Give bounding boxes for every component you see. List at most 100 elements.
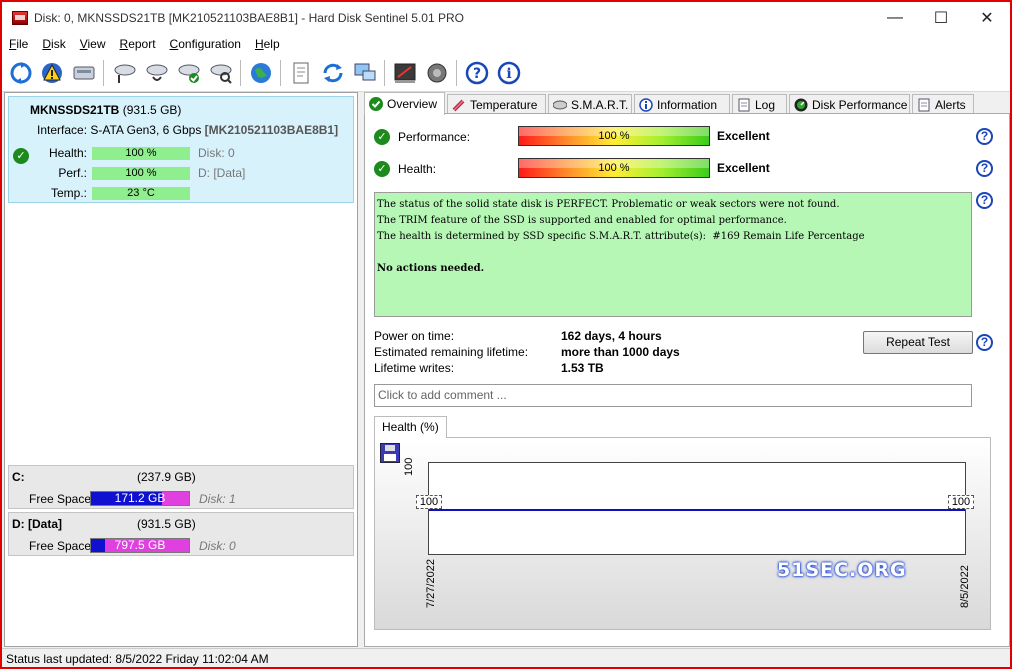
series-line (429, 509, 965, 511)
disk-list-pane: MKNSSDS21TB (931.5 GB) Interface: S-ATA … (4, 92, 358, 647)
disk-size: (931.5 GB) (122, 103, 182, 117)
tab-alerts[interactable]: Alerts (912, 94, 974, 114)
performance-label: Performance: (398, 130, 471, 144)
disk-ok-icon[interactable] (176, 60, 202, 86)
tab-temperature[interactable]: Temperature (447, 94, 546, 114)
performance-row: ✓ Performance: 100 % Excellent ? (365, 126, 1010, 148)
data-label-start: 100 (416, 495, 442, 509)
free-space-label: Free Space (29, 539, 92, 553)
status-description: The status of the solid state disk is PE… (374, 192, 972, 317)
health-ok-icon: ✓ (374, 161, 390, 177)
disk-info-icon[interactable] (71, 60, 97, 86)
tab-information[interactable]: Information (634, 94, 730, 114)
menu-disk[interactable]: Disk (35, 34, 72, 54)
options-icon[interactable] (392, 60, 418, 86)
data-label-end: 100 (948, 495, 974, 509)
volume-name: D: [Data] (12, 517, 62, 531)
disk-test-icon[interactable] (112, 60, 138, 86)
perf-label: Perf.: (58, 166, 87, 180)
svg-text:i: i (506, 66, 511, 82)
free-space-value: 171.2 GB (114, 491, 166, 505)
temp-mini-bar: 23 °C (92, 187, 190, 200)
toolbar-separator (384, 60, 385, 86)
health-row: ✓ Health: 100 % Excellent ? (365, 158, 1010, 180)
minimize-button[interactable]: — (872, 2, 918, 34)
volume-disk: Disk: 0 (199, 539, 236, 553)
tab-bar: Overview Temperature S.M.A.R.T. Informat… (364, 92, 1010, 115)
volume-disk: Disk: 1 (199, 492, 236, 506)
alerts-document-icon (917, 98, 931, 112)
app-window: Disk: 0, MKNSSDS21TB [MK210521103BAE8B1]… (2, 2, 1010, 667)
performance-help-icon[interactable]: ? (976, 128, 993, 145)
remaining-lifetime-label: Estimated remaining lifetime: (374, 345, 529, 359)
close-button[interactable]: ✕ (964, 2, 1010, 34)
toolbar-separator (240, 60, 241, 86)
watermark-text: 51SEC.ORG (777, 559, 907, 581)
x-tick-label-start: 7/27/2022 (425, 559, 437, 608)
gauge-icon (794, 98, 808, 112)
disk-card[interactable]: MKNSSDS21TB (931.5 GB) Interface: S-ATA … (8, 96, 354, 203)
menu-report[interactable]: Report (113, 34, 163, 54)
save-icon[interactable] (380, 443, 400, 463)
perf-mini-bar: 100 % (92, 167, 190, 180)
volume-card-c[interactable]: C: (237.9 GB) Free Space 171.2 GB Disk: … (8, 465, 354, 509)
power-on-label: Power on time: (374, 329, 455, 343)
status-bar: Status last updated: 8/5/2022 Friday 11:… (2, 648, 1010, 667)
disk-volume-tag: D: [Data] (198, 166, 246, 180)
performance-bar: 100 % (518, 126, 710, 146)
overview-panel: ✓ Performance: 100 % Excellent ? ✓ Healt… (364, 113, 1010, 647)
network-icon[interactable] (352, 60, 378, 86)
menu-help[interactable]: Help (248, 34, 287, 54)
check-circle-icon (369, 97, 383, 111)
globe-icon[interactable] (248, 60, 274, 86)
repeat-test-help-icon[interactable]: ? (976, 334, 993, 351)
svg-text:?: ? (473, 66, 481, 82)
about-icon[interactable]: i (496, 60, 522, 86)
sound-icon[interactable] (424, 60, 450, 86)
volume-size: (237.9 GB) (137, 470, 196, 484)
sync-icon[interactable] (320, 60, 346, 86)
disk-serial: [MK210521103BAE8B1] (204, 123, 339, 137)
health-label: Health: (398, 162, 437, 176)
free-space-bar: 171.2 GB (90, 491, 190, 506)
volume-card-d[interactable]: D: [Data] (931.5 GB) Free Space 797.5 GB… (8, 512, 354, 556)
volume-name: C: (12, 470, 25, 484)
disk-index: Disk: 0 (198, 146, 235, 160)
report-icon[interactable] (288, 60, 314, 86)
tab-health-graph[interactable]: Health (%) (374, 416, 447, 438)
health-help-icon[interactable]: ? (976, 160, 993, 177)
remaining-lifetime-value: more than 1000 days (561, 345, 680, 359)
tab-disk-performance[interactable]: Disk Performance (789, 94, 910, 114)
menu-file[interactable]: File (2, 34, 35, 54)
power-on-value: 162 days, 4 hours (561, 329, 662, 343)
free-space-label: Free Space (29, 492, 92, 506)
disk-interface: Interface: S-ATA Gen3, 6 Gbps [MK2105211… (37, 123, 339, 137)
disk-title: MKNSSDS21TB (931.5 GB) (30, 103, 181, 117)
health-graph: 100 100 100 7/27/2022 8/5/2022 51SEC.ORG (374, 437, 991, 630)
alert-disk-icon[interactable] (39, 60, 65, 86)
disk-search-icon[interactable] (208, 60, 234, 86)
help-icon[interactable]: ? (464, 60, 490, 86)
hard-disk-sentinel-app-icon (12, 11, 28, 25)
refresh-icon[interactable] (8, 60, 34, 86)
x-tick-label-end: 8/5/2022 (959, 565, 971, 608)
menu-configuration[interactable]: Configuration (163, 34, 248, 54)
volume-size: (931.5 GB) (137, 517, 196, 531)
health-rating: Excellent (717, 161, 770, 175)
menu-view[interactable]: View (73, 34, 113, 54)
health-mini-bar: 100 % (92, 147, 190, 160)
toolbar-separator (456, 60, 457, 86)
tab-overview[interactable]: Overview (364, 92, 445, 115)
tab-smart[interactable]: S.M.A.R.T. (548, 94, 632, 114)
graph-plot-area (428, 462, 966, 555)
repeat-test-button[interactable]: Repeat Test (863, 331, 973, 354)
health-value: 100 % (598, 162, 630, 174)
status-last-updated: Status last updated: 8/5/2022 Friday 11:… (6, 652, 269, 666)
performance-ok-icon: ✓ (374, 129, 390, 145)
comment-input[interactable]: Click to add comment ... (374, 384, 972, 407)
disk-surface-icon[interactable] (144, 60, 170, 86)
maximize-button[interactable]: ☐ (918, 2, 964, 34)
tab-log[interactable]: Log (732, 94, 787, 114)
actions-text: No actions needed. (377, 263, 485, 274)
status-help-icon[interactable]: ? (976, 192, 993, 209)
